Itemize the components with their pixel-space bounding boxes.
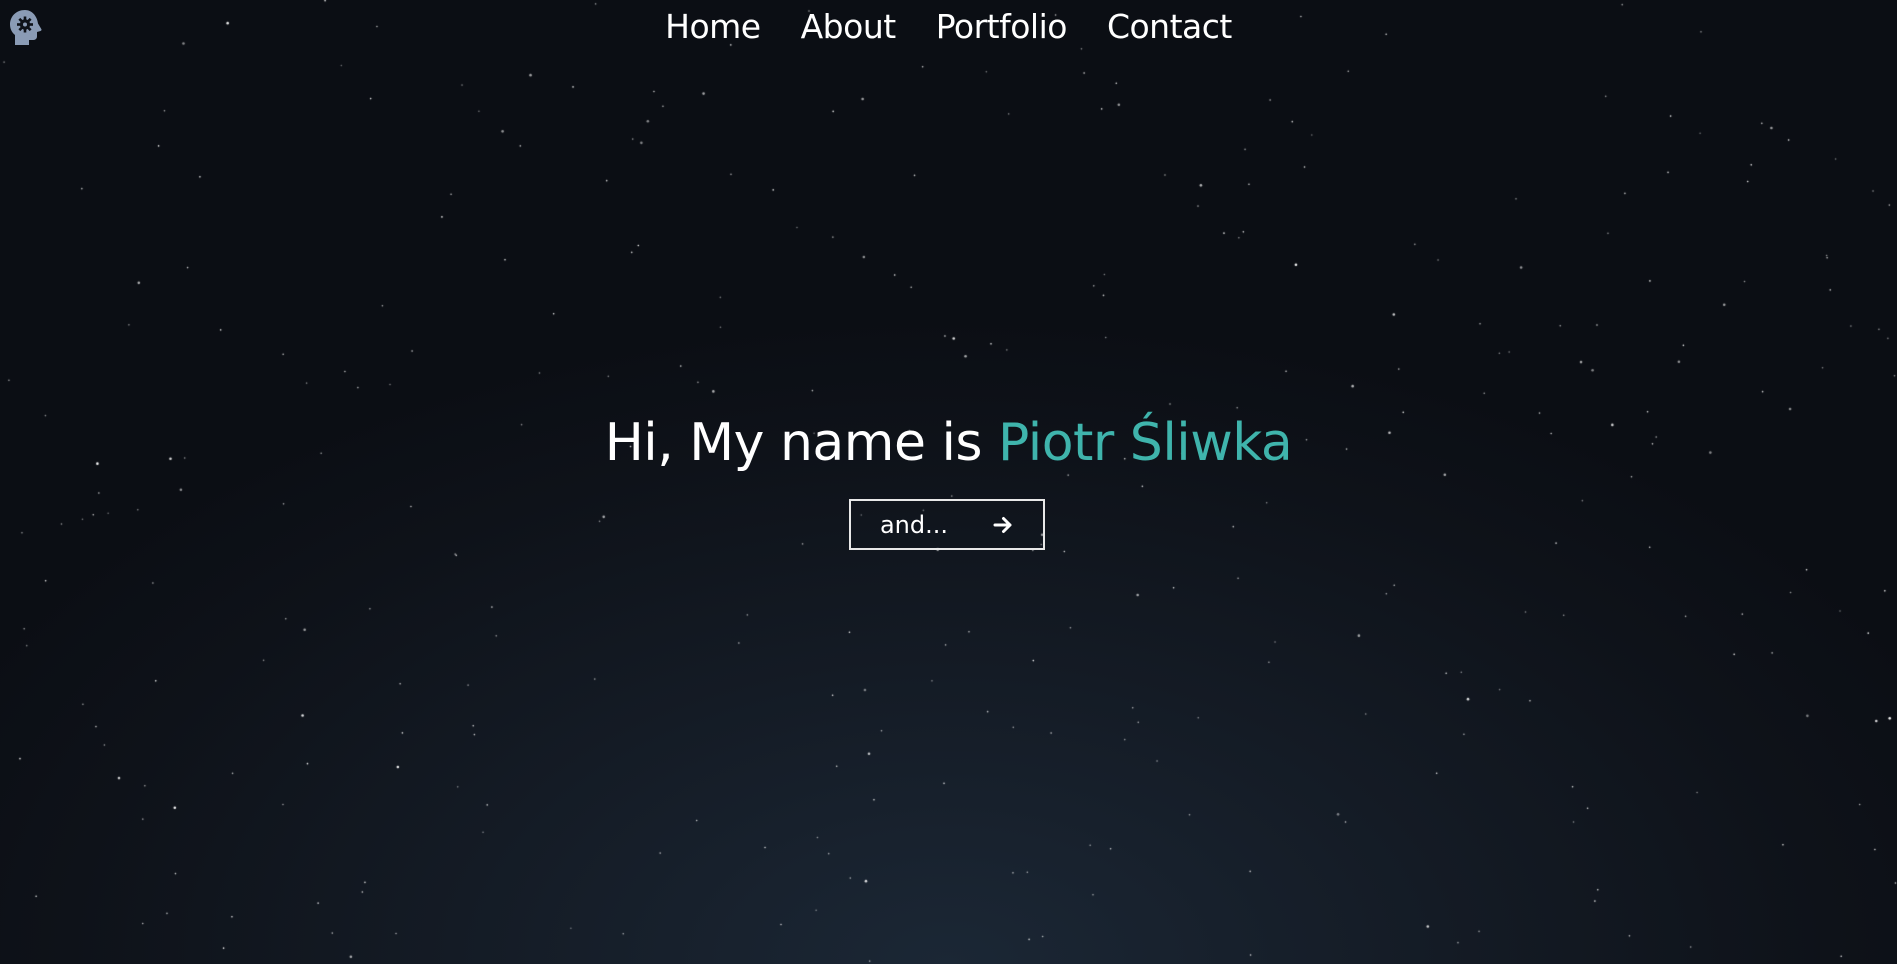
hero-section: Hi, My name is Piotr Śliwka — [0, 405, 1897, 481]
and-button[interactable]: and... — [849, 499, 1045, 550]
hero-heading: Hi, My name is Piotr Śliwka — [0, 405, 1897, 481]
starfield-background — [0, 0, 1897, 964]
nav-portfolio[interactable]: Portfolio — [936, 4, 1068, 50]
hero-greeting: Hi, My name is — [604, 413, 999, 473]
and-button-label: and... — [879, 510, 949, 539]
nav-home[interactable]: Home — [665, 4, 761, 50]
nav-about[interactable]: About — [801, 4, 897, 50]
arrow-right-icon — [992, 514, 1014, 536]
nav-contact[interactable]: Contact — [1107, 4, 1232, 50]
hero-name: Piotr Śliwka — [998, 413, 1293, 473]
main-nav: Home About Portfolio Contact — [0, 4, 1897, 50]
